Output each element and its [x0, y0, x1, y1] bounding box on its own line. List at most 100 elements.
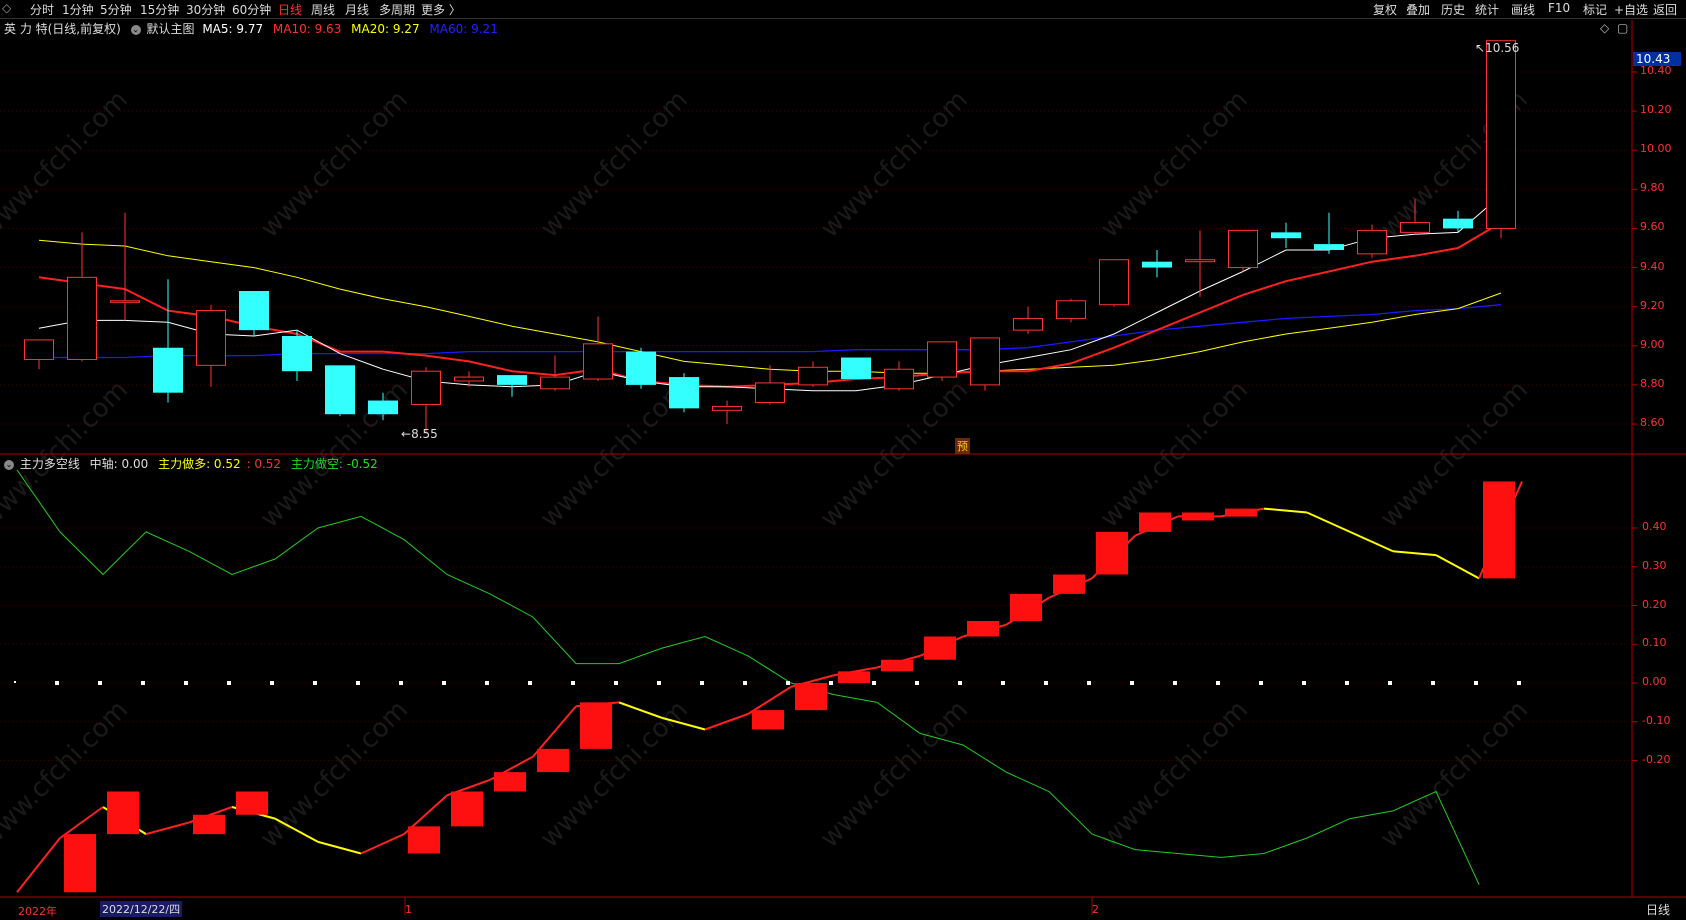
candle-body-up: [110, 300, 140, 303]
candle: [1056, 298, 1086, 323]
zero-dot: [829, 681, 833, 685]
window-icon[interactable]: ▢: [1617, 21, 1628, 35]
candle-body-down: [153, 347, 183, 393]
long-line-segment: [145, 821, 190, 836]
long-bar: [1096, 531, 1128, 575]
watermark-text: www.cfchi.com: [535, 85, 694, 244]
ma10-label: MA10: 9.63: [272, 22, 342, 36]
watermark-text: www.cfchi.com: [255, 695, 414, 854]
candle-body-down: [282, 336, 312, 372]
sub-title[interactable]: 主力多空线: [20, 457, 80, 471]
long-bar: [1010, 593, 1042, 621]
price-tick-label: 8.80: [1640, 376, 1665, 390]
period-label[interactable]: 日线: [1646, 901, 1670, 918]
candle-body-up: [1185, 259, 1215, 263]
sub-tick-label: 0.20: [1642, 597, 1667, 611]
date-label-month2: 2: [1092, 903, 1099, 916]
long-bar: [451, 791, 483, 827]
candle: [239, 291, 269, 336]
ma5-label: MA5: 9.77: [202, 22, 264, 36]
zero-dot: [14, 681, 16, 683]
zero-dot: [571, 681, 575, 685]
price-tick-label: 10.00: [1640, 142, 1672, 156]
zero-dot: [184, 681, 188, 685]
watermark-text: www.cfchi.com: [1095, 695, 1254, 854]
main-chart-label[interactable]: 默认主图: [146, 22, 194, 36]
zero-dot: [657, 681, 661, 685]
candle-body-up: [1099, 259, 1129, 306]
zero-dot: [442, 681, 446, 685]
sub-tick-label: 0.40: [1642, 520, 1667, 533]
sub-legend: ⌄ 主力多空线 中轴: 0.00 主力做多: 0.52 : 0.52 主力做空:…: [4, 455, 378, 472]
watermark-text: www.cfchi.com: [535, 695, 694, 854]
candle-body-up: [1228, 229, 1258, 269]
zero-dot: [98, 681, 102, 685]
candle-body-up: [755, 382, 785, 403]
long-bar: [881, 659, 913, 672]
short-label: 主力做空: -0.52: [290, 457, 378, 471]
candle-body-down: [626, 351, 656, 385]
long-bar: [236, 791, 268, 815]
candle: [24, 339, 54, 370]
candle: [1228, 229, 1258, 272]
long-bar: [924, 636, 956, 660]
sub-collapse-icon[interactable]: ⌄: [4, 459, 14, 470]
candle: [153, 279, 183, 403]
candle: [755, 365, 785, 405]
zero-dot: [1474, 681, 1478, 685]
stock-title: 英 力 特(日线,前复权): [4, 22, 121, 36]
sub-tick-label: 0.30: [1642, 558, 1667, 572]
zero-dot: [1345, 681, 1349, 685]
candle: [712, 400, 742, 424]
sub-tick-label: -0.10: [1642, 713, 1671, 727]
candle: [454, 371, 484, 387]
sub-tick-label: -0.20: [1642, 752, 1671, 766]
candle-body-up: [1056, 300, 1086, 319]
candle: [970, 337, 1000, 391]
watermark-text: www.cfchi.com: [1095, 85, 1254, 244]
candle: [1099, 259, 1129, 307]
zero-dot: [141, 681, 145, 685]
candle-body-up: [67, 276, 97, 360]
candle-body-up: [411, 370, 441, 405]
candle: [798, 361, 828, 387]
candle-body-down: [239, 291, 269, 331]
zero-dot: [1173, 681, 1177, 685]
candle-body-down: [1271, 232, 1301, 239]
long-line-segment: [360, 833, 405, 855]
long-bar: [494, 772, 526, 792]
diamond-icon[interactable]: ◇: [1600, 21, 1609, 35]
candle-body-down: [669, 377, 699, 409]
candle-body-up: [712, 405, 742, 411]
candle-body-up: [1400, 222, 1430, 233]
zero-dot: [1044, 681, 1048, 685]
zero-dot: [55, 681, 59, 685]
candle: [282, 330, 312, 381]
long-line-segment: [704, 713, 749, 731]
long-bar: [1053, 574, 1085, 594]
sep-label: : 0.52: [246, 457, 282, 471]
candle-body-down: [1443, 218, 1473, 229]
sub-tick-label: 0.10: [1642, 636, 1667, 650]
price-tick-label: 10.40: [1640, 64, 1672, 77]
max-price-label: ↖10.56: [1475, 41, 1520, 55]
watermark-text: www.cfchi.com: [815, 695, 974, 854]
long-bar: [838, 671, 870, 683]
collapse-icon[interactable]: ⌄: [130, 24, 141, 35]
price-tick-label: 9.40: [1640, 259, 1665, 273]
long-bar: [795, 683, 827, 711]
candle-body-up: [970, 337, 1000, 386]
long-bar: [107, 791, 139, 835]
long-line-segment: [618, 701, 663, 719]
long-bar: [1182, 512, 1214, 521]
candle: [196, 304, 226, 387]
candle: [1314, 212, 1344, 254]
zero-dot: [915, 681, 919, 685]
candle: [1271, 222, 1301, 248]
candle: [669, 373, 699, 413]
candle: [67, 232, 97, 362]
candle-body-up: [540, 376, 570, 390]
zero-dot: [872, 681, 876, 685]
date-label-year: 2022年: [18, 905, 57, 918]
zero-dot: [1302, 681, 1306, 685]
